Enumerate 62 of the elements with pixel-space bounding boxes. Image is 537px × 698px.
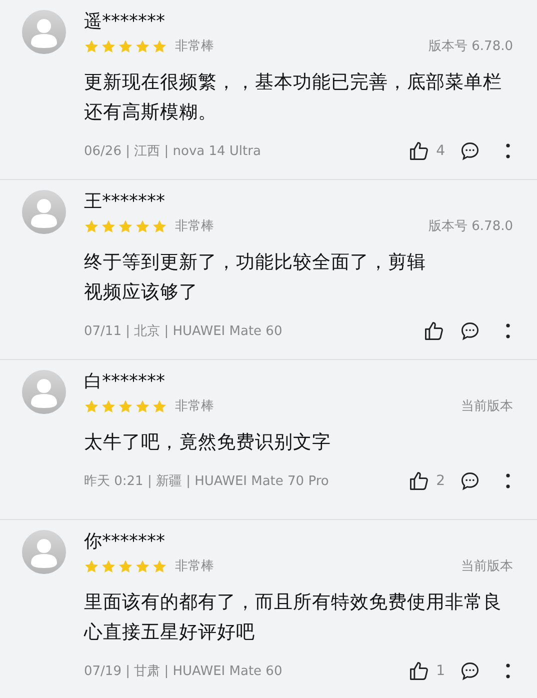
reviewer-name: 你*******: [84, 530, 166, 554]
rating-label: 非常棒: [175, 38, 214, 55]
avatar-icon: [22, 370, 66, 414]
avatar-icon: [22, 530, 66, 574]
star-icon: [152, 218, 167, 234]
review-meta: 06/26 | 江西 | nova 14 Ultra: [84, 143, 261, 160]
version-label: 当前版本: [461, 558, 513, 575]
reviewer-name: 白*******: [84, 370, 166, 394]
thumbs-up-icon[interactable]: [408, 660, 430, 682]
review-meta: 07/11 | 北京 | HUAWEI Mate 60: [84, 323, 282, 340]
review-text-line: 里面该有的都有了，而且所有特效免费使用非常良: [84, 591, 502, 615]
review-text-line: 视频应该够了: [84, 281, 198, 305]
star-icon: [135, 398, 150, 414]
rating-label: 非常棒: [175, 558, 214, 575]
avatar-icon: [22, 10, 66, 54]
more-icon[interactable]: [505, 472, 511, 490]
star-icon: [84, 218, 99, 234]
thumbs-up-icon[interactable]: [408, 140, 430, 162]
star-icon: [135, 558, 150, 574]
rating-label: 非常棒: [175, 398, 214, 415]
thumbs-up-icon[interactable]: [423, 320, 445, 342]
comment-icon[interactable]: [459, 660, 481, 682]
avatar-icon: [22, 190, 66, 234]
rating-label: 非常棒: [175, 218, 214, 235]
review-text-line: 终于等到更新了，功能比较全面了，剪辑: [84, 251, 426, 275]
thumbs-up-icon[interactable]: [408, 470, 430, 492]
more-icon[interactable]: [505, 142, 511, 160]
star-icon: [135, 218, 150, 234]
comment-icon[interactable]: [459, 320, 481, 342]
more-icon[interactable]: [505, 322, 511, 340]
star-icon: [84, 38, 99, 54]
reviewer-name: 遥*******: [84, 10, 166, 34]
review-meta: 昨天 0:21 | 新疆 | HUAWEI Mate 70 Pro: [84, 473, 329, 490]
star-icon: [152, 558, 167, 574]
star-icon: [101, 558, 116, 574]
reviewer-name: 王*******: [84, 190, 166, 214]
review-meta: 07/19 | 甘肃 | HUAWEI Mate 60: [84, 663, 282, 680]
comment-icon[interactable]: [459, 470, 481, 492]
star-icon: [118, 38, 133, 54]
version-label: 版本号 6.78.0: [428, 38, 513, 55]
star-icon: [101, 398, 116, 414]
more-icon[interactable]: [505, 662, 511, 680]
star-icon: [101, 38, 116, 54]
comment-icon[interactable]: [459, 140, 481, 162]
star-icon: [101, 218, 116, 234]
like-count: 4: [436, 143, 445, 159]
star-icon: [84, 558, 99, 574]
star-icon: [152, 38, 167, 54]
review-text-line: 心直接五星好评好吧: [84, 621, 255, 645]
star-icon: [135, 38, 150, 54]
version-label: 版本号 6.78.0: [428, 218, 513, 235]
review-text-line: 更新现在很频繁，，基本功能已完善，底部菜单栏: [84, 71, 502, 95]
star-icon: [118, 218, 133, 234]
like-count: 2: [436, 473, 445, 489]
star-icon: [152, 398, 167, 414]
version-label: 当前版本: [461, 398, 513, 415]
star-icon: [84, 398, 99, 414]
star-icon: [118, 558, 133, 574]
review-text-line: 还有高斯模糊。: [84, 101, 217, 125]
like-count: 1: [436, 663, 445, 679]
star-icon: [118, 398, 133, 414]
review-text-line: 太牛了吧，竟然免费识别文字: [84, 431, 331, 455]
